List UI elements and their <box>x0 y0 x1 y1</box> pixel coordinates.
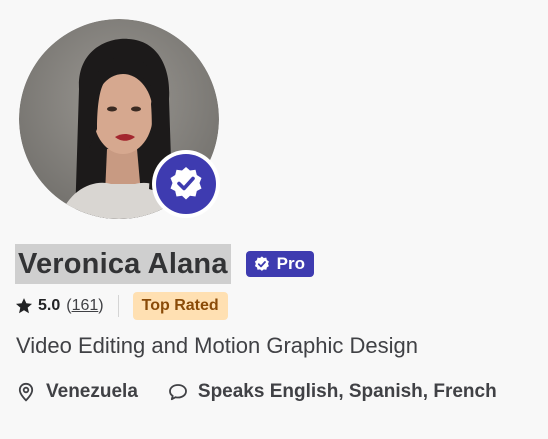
pro-badge[interactable]: Pro <box>245 251 314 277</box>
verified-check-icon <box>170 167 202 200</box>
rating-score: 5.0 <box>38 297 61 314</box>
languages-text: Speaks English, Spanish, French <box>197 381 497 402</box>
speech-bubble-icon <box>168 382 188 402</box>
location-text: Venezuela <box>46 381 138 402</box>
divider <box>117 295 119 317</box>
languages-item: Speaks English, Spanish, French <box>168 381 497 403</box>
pro-shield-icon <box>254 256 270 272</box>
name-row: Veronica Alana Pro <box>15 243 314 285</box>
top-rated-badge[interactable]: Top Rated <box>132 292 228 320</box>
seller-tagline: Video Editing and Motion Graphic Design <box>16 333 418 358</box>
review-count[interactable]: (161) <box>66 297 103 315</box>
star-icon <box>15 297 33 315</box>
pro-label: Pro <box>276 254 305 273</box>
location-item: Venezuela <box>16 381 138 403</box>
rating-row: 5.0 (161) Top Rated <box>15 291 228 321</box>
verified-badge <box>152 150 220 218</box>
meta-row: Venezuela Speaks English, Spanish, Frenc… <box>16 377 497 407</box>
location-pin-icon <box>16 382 36 402</box>
seller-profile-card: Veronica Alana Pro 5.0 (161) Top Rated V… <box>0 0 548 439</box>
review-count-link[interactable]: 161 <box>72 297 99 314</box>
seller-name[interactable]: Veronica Alana <box>15 244 231 284</box>
avatar-container <box>19 19 220 219</box>
